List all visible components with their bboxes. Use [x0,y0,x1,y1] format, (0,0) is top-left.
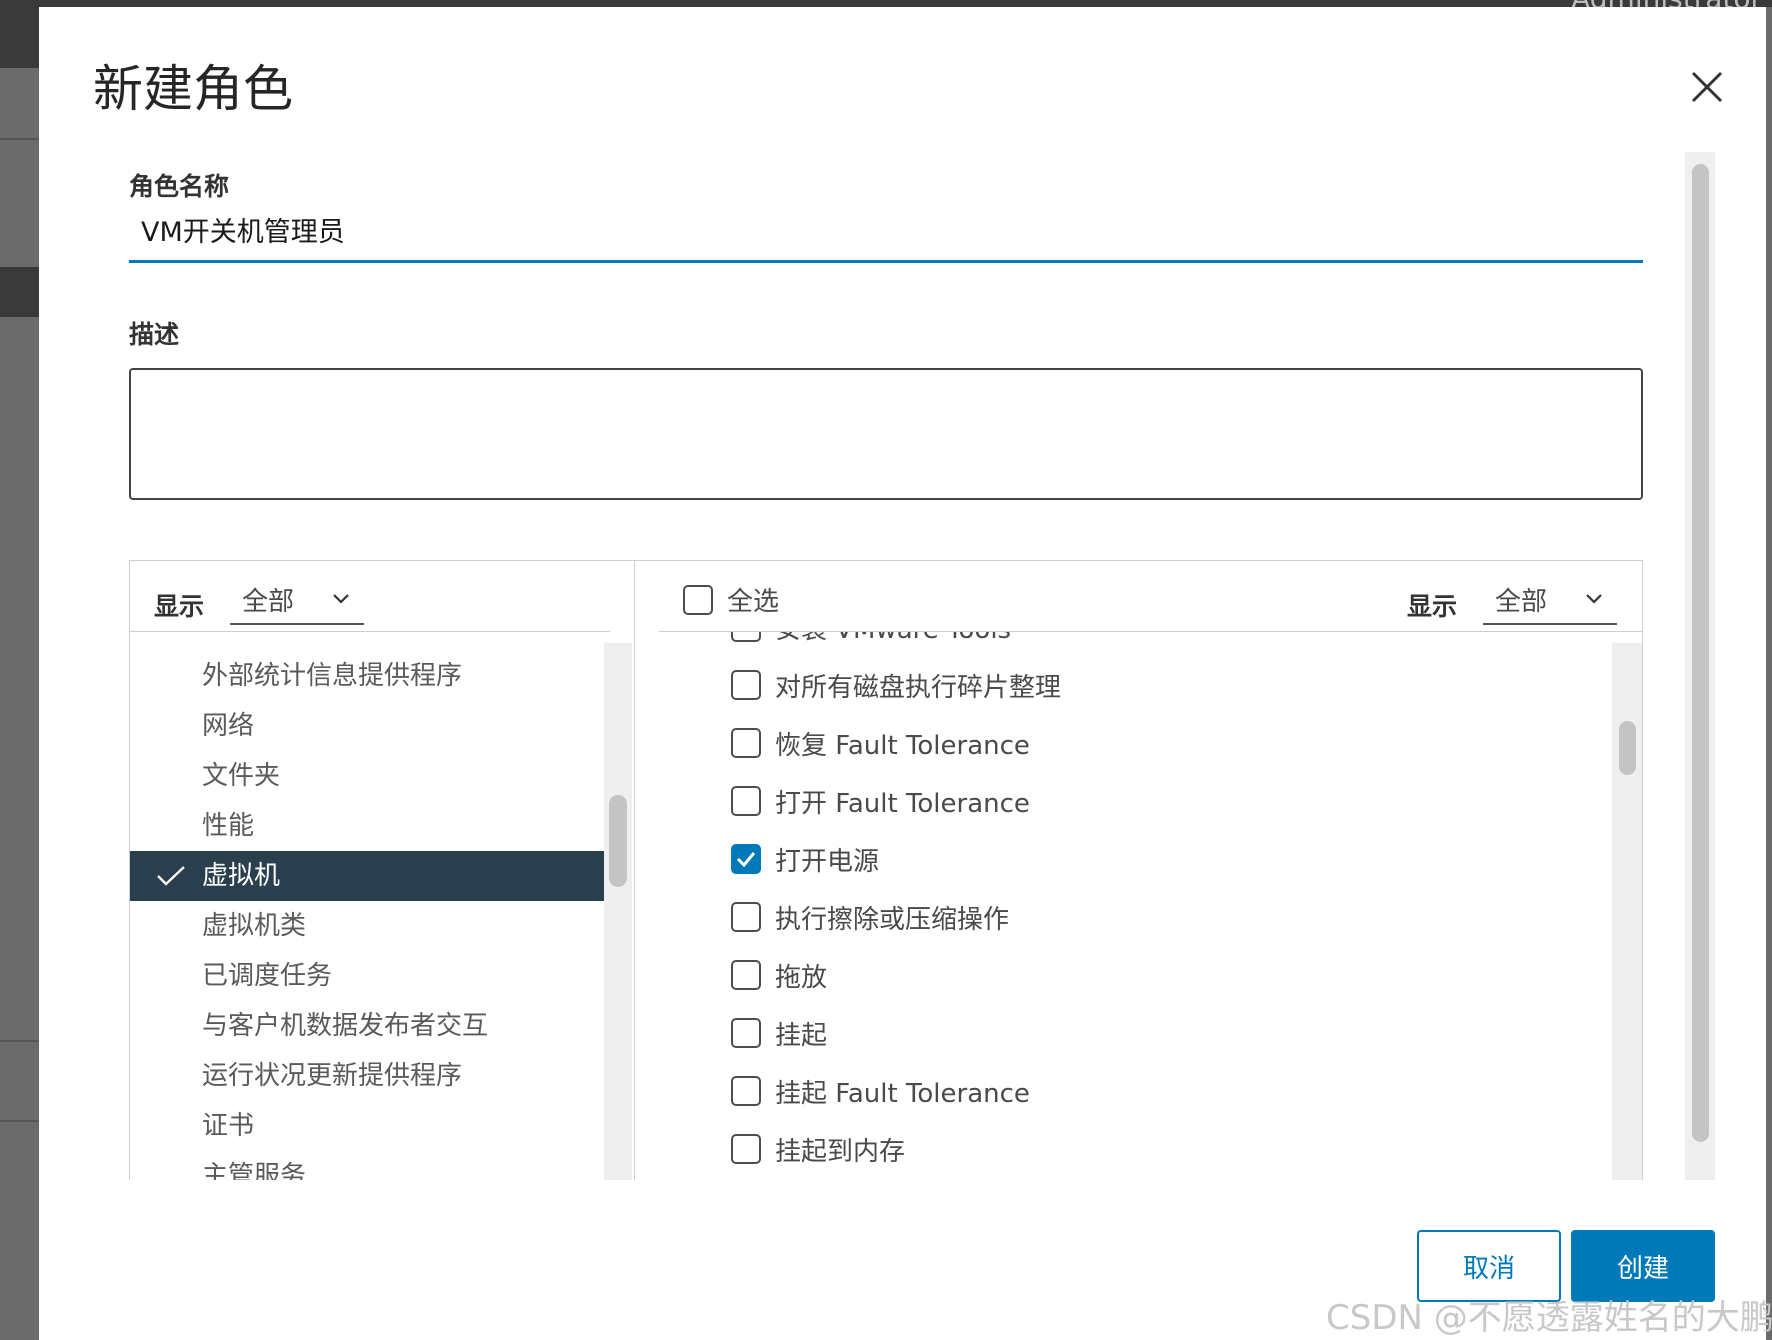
category-header: 显示 全部 [130,561,634,631]
checkbox [731,632,761,642]
privilege-pane: 全选 显示 全部 安装 VMware Tools 对所有磁盘执行碎片整理 恢复 … [635,561,1642,1180]
role-name-label: 角色名称 [129,172,230,201]
checkmark-icon [157,866,185,886]
checkbox [731,728,761,758]
privilege-item-label: 拖放 [775,962,828,993]
privilege-filter-select[interactable]: 全部 [1483,575,1617,625]
dialog-scrollbar-thumb[interactable] [1692,164,1709,1142]
privilege-item-label: 挂起 [775,1020,828,1051]
category-item-label: 与客户机数据发布者交互 [202,1011,489,1041]
checkmark-icon [736,852,756,867]
select-all-checkbox[interactable]: 全选 [683,581,779,618]
category-item-label: 已调度任务 [202,961,333,991]
category-item-label: 证书 [202,1111,255,1141]
category-item[interactable]: 证书 [130,1101,605,1151]
description-label: 描述 [129,320,180,349]
category-item[interactable]: 主管服务 [130,1151,605,1180]
privilege-item-label: 执行擦除或压缩操作 [775,904,1010,935]
category-item-label: 外部统计信息提供程序 [202,661,463,691]
category-item-label: 运行状况更新提供程序 [202,1061,463,1091]
background-divider [0,138,40,140]
category-list: 外部统计信息提供程序 网络 文件夹 性能 虚拟机 虚拟机类 已调度任务 与客户机… [130,651,605,1180]
category-item[interactable]: 网络 [130,701,605,751]
checkbox [731,960,761,990]
category-show-label: 显示 [154,592,205,621]
chevron-down-icon [333,594,349,604]
category-item-label: 虚拟机类 [202,911,307,941]
select-all-label: 全选 [727,587,780,617]
category-item-label: 文件夹 [202,761,281,791]
privilege-item[interactable]: 执行擦除或压缩操作 [635,888,1612,946]
category-scrollbar-thumb[interactable] [609,795,627,887]
checkbox [731,670,761,700]
privilege-list-viewport: 安装 VMware Tools 对所有磁盘执行碎片整理 恢复 Fault Tol… [635,632,1642,1180]
privilege-item[interactable]: 打开 Fault Tolerance [635,772,1612,830]
category-item-label: 虚拟机 [202,861,281,891]
privilege-item[interactable]: 挂起 Fault Tolerance [635,1062,1612,1120]
privilege-scrollbar-thumb[interactable] [1619,721,1636,775]
category-item[interactable]: 运行状况更新提供程序 [130,1051,605,1101]
privilege-item-label: 恢复 Fault Tolerance [775,730,1030,761]
checkbox [731,1018,761,1048]
privilege-item[interactable]: 挂起 [635,1004,1612,1062]
watermark: CSDN @不愿透露姓名的大鹏 [1326,1298,1772,1338]
new-role-dialog: 新建角色 角色名称 描述 显示 全部 外部统计信息提供程序 [39,7,1766,1340]
category-item[interactable]: 虚拟机类 [130,901,605,951]
category-item-label: 主管服务 [202,1161,307,1180]
privilege-item[interactable]: 挂起到内存 [635,1120,1612,1178]
role-name-input[interactable] [129,207,1643,263]
close-icon [1691,71,1723,103]
background-sidebar-strip [0,0,39,68]
privilege-filter-value: 全部 [1495,586,1548,617]
category-item-selected[interactable]: 虚拟机 [130,851,605,901]
background-divider [0,1040,40,1042]
chevron-down-icon [1586,594,1602,604]
privilege-item-label: 打开 Fault Tolerance [775,788,1030,819]
privilege-item[interactable]: 安装 VMware Tools [635,632,1612,656]
category-header-divider [130,631,610,632]
category-filter-value: 全部 [242,586,295,617]
checkbox [731,1134,761,1164]
privilege-show-label: 显示 [1407,592,1458,621]
category-item-label: 性能 [202,811,255,841]
category-pane: 显示 全部 外部统计信息提供程序 网络 文件夹 性能 虚拟机 虚拟机类 已调度任… [130,561,635,1180]
privilege-item[interactable]: 拖放 [635,946,1612,1004]
background-divider [0,1120,40,1122]
privilege-item-label: 安装 VMware Tools [775,632,1011,646]
checkbox [731,902,761,932]
privilege-item[interactable]: 打开电源 [635,830,1612,888]
category-item[interactable]: 外部统计信息提供程序 [130,651,605,701]
close-button[interactable] [1679,59,1735,115]
category-scrollbar[interactable] [604,643,632,1180]
category-item[interactable]: 性能 [130,801,605,851]
background-nav-strip [0,267,39,317]
privilege-item-label: 对所有磁盘执行碎片整理 [775,672,1062,703]
privilege-header: 全选 显示 全部 [635,561,1642,631]
checkbox [731,1076,761,1106]
privilege-item[interactable]: 恢复 Fault Tolerance [635,714,1612,772]
privilege-list: 安装 VMware Tools 对所有磁盘执行碎片整理 恢复 Fault Tol… [635,632,1612,1178]
category-item[interactable]: 与客户机数据发布者交互 [130,1001,605,1051]
dialog-scrollbar[interactable] [1685,152,1715,1180]
privilege-scrollbar[interactable] [1612,643,1642,1180]
privilege-item-label: 挂起到内存 [775,1136,906,1167]
category-item-label: 网络 [202,711,255,741]
category-item[interactable]: 文件夹 [130,751,605,801]
dialog-title: 新建角色 [93,60,293,118]
description-input[interactable] [129,368,1643,500]
category-filter-select[interactable]: 全部 [230,575,364,625]
privileges-panel: 显示 全部 外部统计信息提供程序 网络 文件夹 性能 虚拟机 虚拟机类 已调度任… [129,560,1643,1180]
checkbox [731,786,761,816]
category-item[interactable]: 已调度任务 [130,951,605,1001]
privilege-item-label: 挂起 Fault Tolerance [775,1078,1030,1109]
privilege-item[interactable]: 对所有磁盘执行碎片整理 [635,656,1612,714]
privilege-item-label: 打开电源 [775,846,880,877]
checkbox-checked [731,844,761,874]
checkbox [683,584,713,615]
background-header [0,0,1772,7]
